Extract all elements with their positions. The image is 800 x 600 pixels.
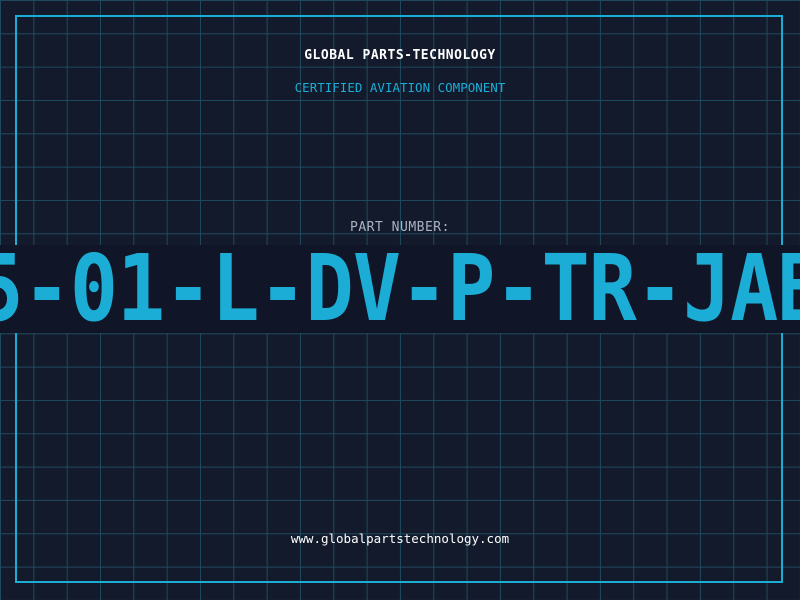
part-number-label: PART NUMBER: xyxy=(350,220,450,235)
company-name: GLOBAL PARTS-TECHNOLOGY xyxy=(304,48,496,63)
part-number-band: 5-01-L-DV-P-TR-JAB xyxy=(0,245,800,333)
certification-subtitle: CERTIFIED AVIATION COMPONENT xyxy=(294,80,506,95)
part-number-value: 5-01-L-DV-P-TR-JAB xyxy=(0,245,800,333)
website-url: www.globalpartstechnology.com xyxy=(290,531,510,546)
